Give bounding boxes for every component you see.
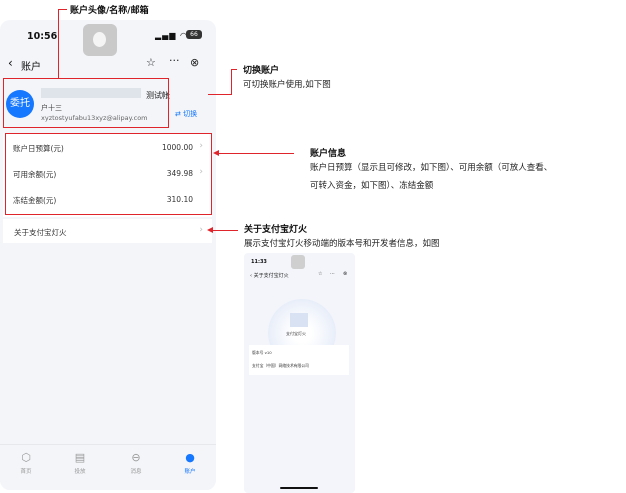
tab-messages[interactable]: ⊖ 消息 — [116, 451, 156, 475]
info-note-desc-1: 账户日预算（显示且可修改，如下图）、可用余额（可放人查看、 — [310, 163, 553, 173]
avatar-connector — [58, 9, 60, 79]
status-time: 10:56 — [27, 31, 58, 42]
nav-bar: ‹ 账户 ☆ ··· ⊗ — [0, 53, 216, 77]
mini-nav-title-text: 关于支付宝灯火 — [253, 273, 289, 279]
mini-developer-row: 支付宝（中国）网络技术有限公司 — [252, 363, 309, 368]
about-note: 关于支付宝灯火 展示支付宝灯火移动端的版本号和开发者信息，如图 — [244, 222, 440, 253]
back-arrow-icon[interactable]: ‹ — [8, 56, 13, 70]
tab-bar: ⬡ 首页 ▤ 投放 ⊖ 消息 ● 账户 — [0, 444, 216, 490]
about-label: 关于支付宝灯火 — [14, 228, 67, 237]
star-icon[interactable]: ☆ — [146, 56, 156, 69]
tab-label: 消息 — [130, 469, 142, 475]
avatar-note-title: 账户头像/名称/邮箱 — [70, 6, 149, 16]
about-note-title: 关于支付宝灯火 — [244, 225, 308, 235]
about-arrow-icon — [207, 227, 213, 233]
tab-home[interactable]: ⬡ 首页 — [6, 451, 46, 475]
switch-connector-h — [208, 94, 232, 96]
about-connector — [212, 230, 238, 232]
tab-label: 首页 — [20, 469, 32, 475]
switch-connector-v — [231, 69, 233, 94]
mini-close-icon: ⊗ — [343, 271, 348, 277]
status-bar: 10:56 ▂▄▆ ◠ 66 — [0, 20, 216, 56]
more-icon[interactable]: ··· — [169, 54, 180, 67]
info-note: 账户信息 账户日预算（显示且可修改，如下图）、可用余额（可放人查看、 可转入资金… — [310, 146, 552, 195]
mini-time: 11:33 — [251, 259, 267, 265]
avatar-connector-h — [58, 9, 67, 11]
mini-app-logo-icon — [291, 255, 305, 269]
tab-label: 账户 — [184, 469, 196, 475]
mini-app-name: 支付宝灯火 — [286, 331, 306, 336]
tab-label: 投放 — [74, 469, 86, 475]
info-arrow-icon — [213, 150, 219, 156]
message-icon: ⊖ — [131, 451, 141, 464]
document-icon: ▤ — [74, 451, 86, 464]
switch-note: 切换账户 可切换账户使用,如下图 — [243, 63, 331, 94]
mini-more-icon: ··· — [330, 271, 335, 277]
info-connector — [218, 153, 294, 155]
user-icon: ● — [185, 451, 195, 464]
chevron-right-icon: › — [199, 225, 203, 235]
mini-version-row: 版本号 v10 — [252, 350, 272, 355]
app-logo-icon — [83, 24, 117, 56]
signal-wifi-icon: ▂▄▆ ◠ — [155, 31, 188, 40]
close-icon[interactable]: ⊗ — [190, 56, 199, 69]
battery-icon: 66 — [186, 30, 202, 39]
tab-delivery[interactable]: ▤ 投放 — [60, 451, 100, 475]
mini-star-icon: ☆ — [318, 271, 323, 277]
info-note-title: 账户信息 — [310, 149, 347, 159]
mini-nav-title: ‹ 关于支付宝灯火 — [250, 273, 289, 279]
home-icon: ⬡ — [21, 451, 31, 464]
switch-note-title: 切换账户 — [243, 66, 280, 76]
info-note-desc-2: 可转入资金，如下图）、冻结金额 — [310, 181, 434, 191]
info-highlight-box — [5, 133, 212, 215]
switch-connector-top — [231, 69, 237, 71]
about-preview-screenshot: 11:33 ‹ 关于支付宝灯火 ☆ ··· ⊗ 支付宝灯火 版本号 v10 支付… — [244, 253, 355, 493]
switch-label: 切换 — [183, 110, 198, 118]
avatar-note: 账户头像/名称/邮箱 — [70, 3, 149, 16]
about-row[interactable]: 关于支付宝灯火 › — [3, 219, 212, 243]
about-note-desc: 展示支付宝灯火移动端的版本号和开发者信息，如图 — [244, 239, 440, 249]
mini-logo-blur — [290, 313, 308, 327]
avatar-highlight-box — [3, 78, 169, 128]
switch-account-button[interactable]: ⇄ 切换 — [175, 109, 197, 119]
nav-title: 账户 — [21, 62, 41, 73]
home-indicator — [280, 487, 318, 489]
switch-note-desc: 可切换账户使用,如下图 — [243, 80, 331, 90]
tab-account[interactable]: ● 账户 — [170, 451, 210, 475]
